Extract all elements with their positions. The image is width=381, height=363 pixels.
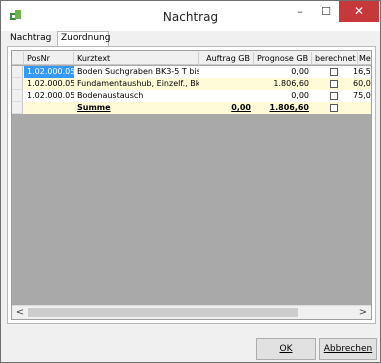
assignment-grid[interactable]: PosNr Kurztext Auftrag GB Prognose GB be… [11, 50, 372, 320]
berechnet-checkbox[interactable] [330, 104, 338, 112]
cancel-button-label: Abbrechen [323, 344, 373, 354]
cell-menge[interactable]: 75,00 [352, 90, 371, 102]
grid-header: PosNr Kurztext Auftrag GB Prognose GB be… [12, 51, 371, 65]
title-bar[interactable]: Nachtrag – ☐ ✕ [1, 1, 380, 31]
cell-posnr[interactable]: 1.02.000.053 [24, 78, 74, 90]
minimize-button[interactable]: – [287, 1, 313, 22]
cell-auftrag[interactable] [199, 90, 254, 102]
column-header-menge[interactable]: Meng [358, 52, 371, 65]
cell-posnr[interactable]: 1.02.000.054 [24, 90, 74, 102]
summary-label: Summe [77, 103, 111, 112]
cell-kurztext[interactable]: Fundamentaushub, Einzelf., Bkl.3-5,verf [74, 78, 199, 90]
row-gutter[interactable] [12, 66, 23, 78]
table-row[interactable]: 1.02.000.053 Fundamentaushub, Einzelf., … [12, 78, 371, 90]
berechnet-checkbox[interactable] [330, 80, 338, 88]
row-gutter[interactable] [12, 90, 23, 102]
column-header-posnr[interactable]: PosNr [24, 52, 74, 65]
maximize-button[interactable]: ☐ [313, 1, 339, 22]
cell-posnr[interactable]: 1.02.000.052 [24, 66, 74, 78]
table-row[interactable]: 1.02.000.052 Boden Suchgraben BK3-5 T bi… [12, 66, 371, 78]
cell-menge[interactable]: 16,50 [352, 66, 371, 78]
cell-auftrag[interactable] [199, 66, 254, 78]
row-gutter[interactable] [12, 78, 23, 90]
summary-auftrag: 0,00 [231, 103, 251, 112]
tab-nachtrag[interactable]: Nachtrag [7, 32, 57, 46]
cell-kurztext[interactable]: Bodenaustausch [74, 90, 199, 102]
horizontal-scrollbar[interactable]: < > [12, 305, 371, 319]
cell-auftrag[interactable] [199, 78, 254, 90]
column-header-auftrag[interactable]: Auftrag GB [199, 52, 254, 65]
column-header-kurztext[interactable]: Kurztext [74, 52, 199, 65]
cell-prognose[interactable]: 0,00 [254, 66, 312, 78]
ok-button-label: OK [279, 344, 293, 354]
cell-posnr-empty[interactable] [24, 102, 74, 114]
cell-kurztext[interactable]: Boden Suchgraben BK3-5 T bis 0,8m [74, 66, 199, 78]
berechnet-checkbox[interactable] [330, 68, 338, 76]
column-header-prognose[interactable]: Prognose GB [254, 52, 312, 65]
nachtrag-window: Nachtrag – ☐ ✕ Nachtrag Zuordnung PosNr … [0, 0, 381, 363]
scroll-left-icon[interactable]: < [14, 306, 26, 319]
ok-button[interactable]: OK [256, 338, 316, 360]
scroll-right-icon[interactable]: > [357, 306, 369, 319]
cell-prognose[interactable]: 1.806,60 [254, 78, 312, 90]
tab-zuordnung[interactable]: Zuordnung [57, 31, 110, 47]
summary-prognose: 1.806,60 [269, 103, 309, 112]
header-corner [12, 52, 24, 65]
zuordnung-panel: PosNr Kurztext Auftrag GB Prognose GB be… [7, 46, 376, 324]
table-row[interactable]: 1.02.000.054 Bodenaustausch 0,00 75,00 [12, 90, 371, 102]
scroll-thumb[interactable] [28, 308, 298, 317]
summary-row[interactable]: Summe 0,00 1.806,60 [12, 102, 371, 114]
cell-menge[interactable]: 60,00 [352, 78, 371, 90]
berechnet-checkbox[interactable] [330, 92, 338, 100]
close-button[interactable]: ✕ [339, 1, 379, 22]
row-gutter[interactable] [12, 102, 23, 114]
column-header-berechnet[interactable]: berechnet [312, 52, 358, 65]
cell-prognose[interactable]: 0,00 [254, 90, 312, 102]
cancel-button[interactable]: Abbrechen [319, 338, 377, 360]
